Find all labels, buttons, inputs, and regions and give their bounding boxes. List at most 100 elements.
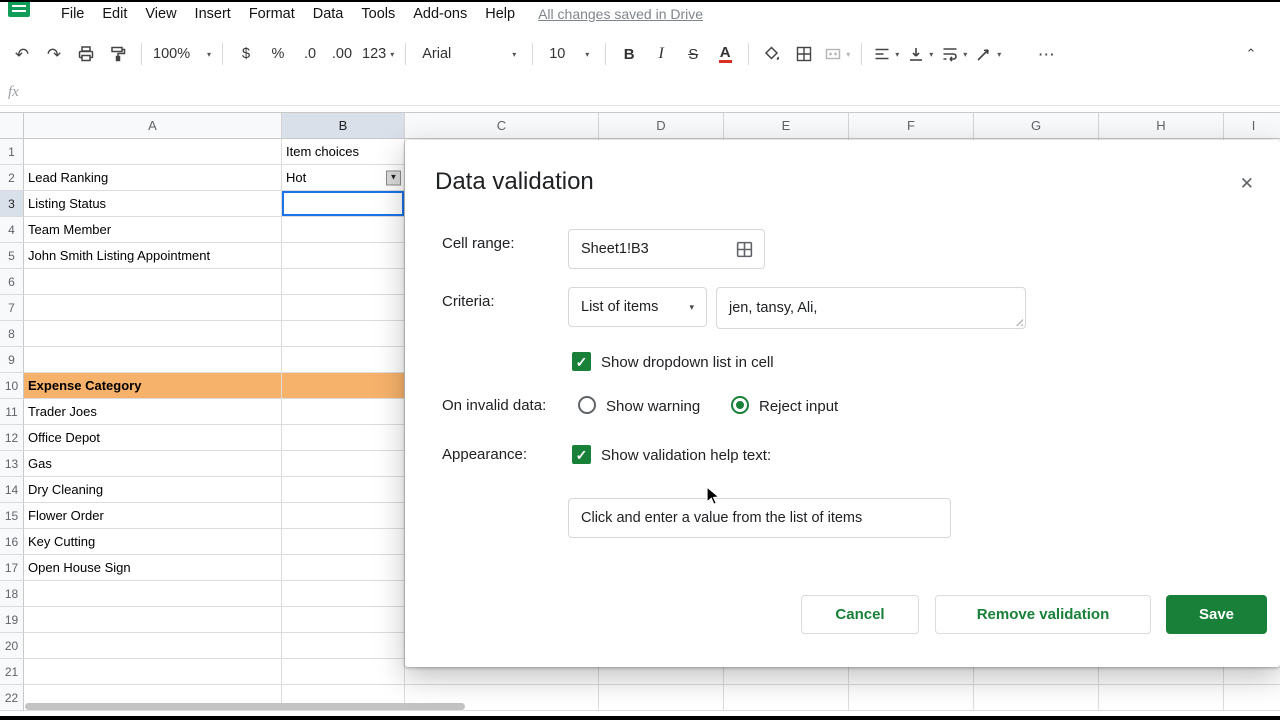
cell-A2[interactable]: Lead Ranking	[24, 165, 282, 191]
cell-B6[interactable]	[282, 269, 405, 295]
column-header-F[interactable]: F	[849, 113, 974, 139]
menu-data[interactable]: Data	[304, 4, 353, 24]
borders-button[interactable]	[789, 39, 819, 69]
remove-validation-button[interactable]: Remove validation	[935, 595, 1151, 634]
cell-A14[interactable]: Dry Cleaning	[24, 477, 282, 503]
cell-B13[interactable]	[282, 451, 405, 477]
menu-edit[interactable]: Edit	[93, 4, 136, 24]
cell-G22[interactable]	[974, 685, 1099, 711]
select-data-range-icon[interactable]	[735, 240, 754, 263]
cell-A5[interactable]: John Smith Listing Appointment	[24, 243, 282, 269]
reject-input-radio[interactable]	[731, 396, 749, 414]
cell-A11[interactable]: Trader Joes	[24, 399, 282, 425]
column-header-A[interactable]: A	[24, 113, 282, 139]
row-header-9[interactable]: 9	[0, 347, 24, 373]
cell-A8[interactable]	[24, 321, 282, 347]
cell-A19[interactable]	[24, 607, 282, 633]
cell-A18[interactable]	[24, 581, 282, 607]
reject-input-label[interactable]: Reject input	[759, 398, 838, 415]
column-header-C[interactable]: C	[405, 113, 599, 139]
text-color-button[interactable]: A	[718, 44, 732, 64]
resize-handle-icon[interactable]	[1013, 316, 1023, 326]
row-header-12[interactable]: 12	[0, 425, 24, 451]
row-header-11[interactable]: 11	[0, 399, 24, 425]
row-header-15[interactable]: 15	[0, 503, 24, 529]
cell-A15[interactable]: Flower Order	[24, 503, 282, 529]
show-dropdown-label[interactable]: Show dropdown list in cell	[601, 354, 774, 371]
more-formats-button[interactable]: 123 ▾	[359, 39, 397, 69]
cell-A9[interactable]	[24, 347, 282, 373]
cell-B16[interactable]	[282, 529, 405, 555]
show-dropdown-checkbox[interactable]: ✓	[572, 352, 591, 371]
row-header-5[interactable]: 5	[0, 243, 24, 269]
row-header-17[interactable]: 17	[0, 555, 24, 581]
row-header-8[interactable]: 8	[0, 321, 24, 347]
font-family-select[interactable]: Arial ▾	[414, 39, 524, 69]
cell-B1[interactable]: Item choices	[282, 139, 405, 165]
show-help-text-label[interactable]: Show validation help text:	[601, 447, 771, 464]
cell-A21[interactable]	[24, 659, 282, 685]
cell-D22[interactable]	[599, 685, 724, 711]
row-header-6[interactable]: 6	[0, 269, 24, 295]
cell-B7[interactable]	[282, 295, 405, 321]
menu-tools[interactable]: Tools	[352, 4, 404, 24]
column-header-H[interactable]: H	[1099, 113, 1224, 139]
row-header-1[interactable]: 1	[0, 139, 24, 165]
text-rotation-button[interactable]: ▾	[972, 39, 1004, 69]
format-currency-button[interactable]: $	[231, 39, 261, 69]
cell-B17[interactable]	[282, 555, 405, 581]
cell-A17[interactable]: Open House Sign	[24, 555, 282, 581]
cell-A4[interactable]: Team Member	[24, 217, 282, 243]
cell-range-input[interactable]: Sheet1!B3	[568, 229, 765, 269]
redo-icon[interactable]: ↷	[39, 39, 69, 69]
merge-cells-button[interactable]: ▾	[821, 39, 853, 69]
show-warning-label[interactable]: Show warning	[606, 398, 700, 415]
cancel-button[interactable]: Cancel	[801, 595, 919, 634]
show-help-text-checkbox[interactable]: ✓	[572, 445, 591, 464]
row-header-14[interactable]: 14	[0, 477, 24, 503]
sheets-logo-icon[interactable]	[8, 2, 30, 17]
italic-button[interactable]: I	[646, 39, 676, 69]
close-icon[interactable]: ✕	[1240, 174, 1254, 194]
collapse-toolbar-icon[interactable]: ⌃	[1236, 39, 1266, 69]
row-header-2[interactable]: 2	[0, 165, 24, 191]
cell-A16[interactable]: Key Cutting	[24, 529, 282, 555]
cell-B10[interactable]	[282, 373, 405, 399]
cell-H22[interactable]	[1099, 685, 1224, 711]
criteria-values-input[interactable]: jen, tansy, Ali,	[716, 287, 1026, 329]
print-icon[interactable]	[71, 39, 101, 69]
more-options-icon[interactable]: ⋯	[1031, 39, 1061, 69]
increase-decimal-button[interactable]: .00	[327, 39, 357, 69]
cell-B21[interactable]	[282, 659, 405, 685]
menu-view[interactable]: View	[136, 4, 185, 24]
row-header-10[interactable]: 10	[0, 373, 24, 399]
horizontal-align-button[interactable]: ▾	[870, 39, 902, 69]
undo-icon[interactable]: ↶	[7, 39, 37, 69]
cell-B2[interactable]: Hot ▼	[282, 165, 405, 191]
row-header-3[interactable]: 3	[0, 191, 24, 217]
save-button[interactable]: Save	[1166, 595, 1267, 634]
cell-A1[interactable]	[24, 139, 282, 165]
cell-F22[interactable]	[849, 685, 974, 711]
formula-bar[interactable]: fx	[0, 80, 1280, 106]
menu-file[interactable]: File	[52, 4, 93, 24]
cell-B14[interactable]	[282, 477, 405, 503]
horizontal-scrollbar[interactable]	[25, 703, 465, 710]
row-header-19[interactable]: 19	[0, 607, 24, 633]
cell-B3[interactable]	[282, 191, 405, 217]
row-header-16[interactable]: 16	[0, 529, 24, 555]
cell-A6[interactable]	[24, 269, 282, 295]
show-warning-radio[interactable]	[578, 396, 596, 414]
row-header-7[interactable]: 7	[0, 295, 24, 321]
in-cell-dropdown-button[interactable]: ▼	[386, 170, 401, 185]
row-header-22[interactable]: 22	[0, 685, 24, 711]
vertical-align-button[interactable]: ▾	[904, 39, 936, 69]
format-percent-button[interactable]: %	[263, 39, 293, 69]
cell-E22[interactable]	[724, 685, 849, 711]
column-header-G[interactable]: G	[974, 113, 1099, 139]
cell-B15[interactable]	[282, 503, 405, 529]
menu-help[interactable]: Help	[476, 4, 524, 24]
row-header-13[interactable]: 13	[0, 451, 24, 477]
column-header-I[interactable]: I	[1224, 113, 1280, 139]
criteria-type-select[interactable]: List of items ▾	[568, 287, 707, 327]
